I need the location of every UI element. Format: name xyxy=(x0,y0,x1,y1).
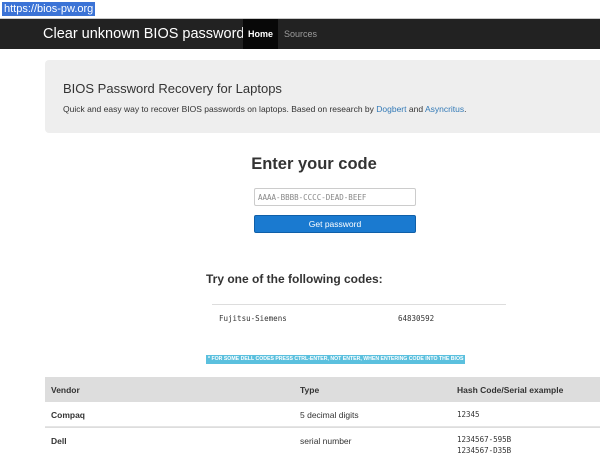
dell-notice-badge: * FOR SOME DELL CODES PRESS CTRL-ENTER, … xyxy=(206,355,466,364)
table-header: Vendor Type Hash Code/Serial example xyxy=(45,377,600,402)
enter-code-heading: Enter your code xyxy=(251,155,377,173)
intro-title: BIOS Password Recovery for Laptops xyxy=(63,81,282,96)
row-vendor: Compaq xyxy=(51,410,85,420)
get-password-button[interactable]: Get password xyxy=(254,215,416,233)
address-bar[interactable]: https://bios-pw.org xyxy=(0,0,600,19)
navbar: Clear unknown BIOS passwords Home Source… xyxy=(0,19,600,49)
code-input[interactable] xyxy=(254,188,416,206)
sample-codes-table: Fujitsu-Siemens 64830592 xyxy=(212,304,506,333)
intro-text-prefix: Quick and easy way to recover BIOS passw… xyxy=(63,104,377,114)
row-type: serial number xyxy=(300,436,352,446)
intro-text-mid: and xyxy=(406,104,425,114)
dogbert-link[interactable]: Dogbert xyxy=(376,104,406,114)
nav-home[interactable]: Home xyxy=(243,19,278,49)
header-vendor: Vendor xyxy=(51,385,80,395)
sample-vendor: Fujitsu-Siemens xyxy=(219,314,287,323)
row-example: 1234567-595B xyxy=(457,435,512,444)
intro-text-suffix: . xyxy=(464,104,467,114)
intro-panel: BIOS Password Recovery for Laptops Quick… xyxy=(45,60,600,133)
row-example: 12345 xyxy=(457,410,480,419)
brand-title[interactable]: Clear unknown BIOS passwords xyxy=(43,19,252,49)
nav-sources[interactable]: Sources xyxy=(284,19,317,49)
intro-description: Quick and easy way to recover BIOS passw… xyxy=(63,104,467,114)
sample-code: 64830592 xyxy=(398,314,435,323)
sample-codes-heading: Try one of the following codes: xyxy=(206,272,383,286)
row-examples: 1234567-595B 1234567-D35B xyxy=(457,434,511,456)
row-vendor: Dell xyxy=(51,436,67,446)
vendor-table: Vendor Type Hash Code/Serial example Com… xyxy=(45,377,600,463)
table-row: Dell serial number 1234567-595B 1234567-… xyxy=(45,427,600,463)
header-hash: Hash Code/Serial example xyxy=(457,385,564,395)
url-text[interactable]: https://bios-pw.org xyxy=(2,2,96,16)
row-type: 5 decimal digits xyxy=(300,410,359,420)
row-example: 1234567-D35B xyxy=(457,446,512,455)
asyncritus-link[interactable]: Asyncritus xyxy=(425,104,464,114)
sample-row[interactable]: Fujitsu-Siemens 64830592 xyxy=(212,305,506,333)
header-type: Type xyxy=(300,385,320,395)
table-row: Compaq 5 decimal digits 12345 xyxy=(45,402,600,427)
